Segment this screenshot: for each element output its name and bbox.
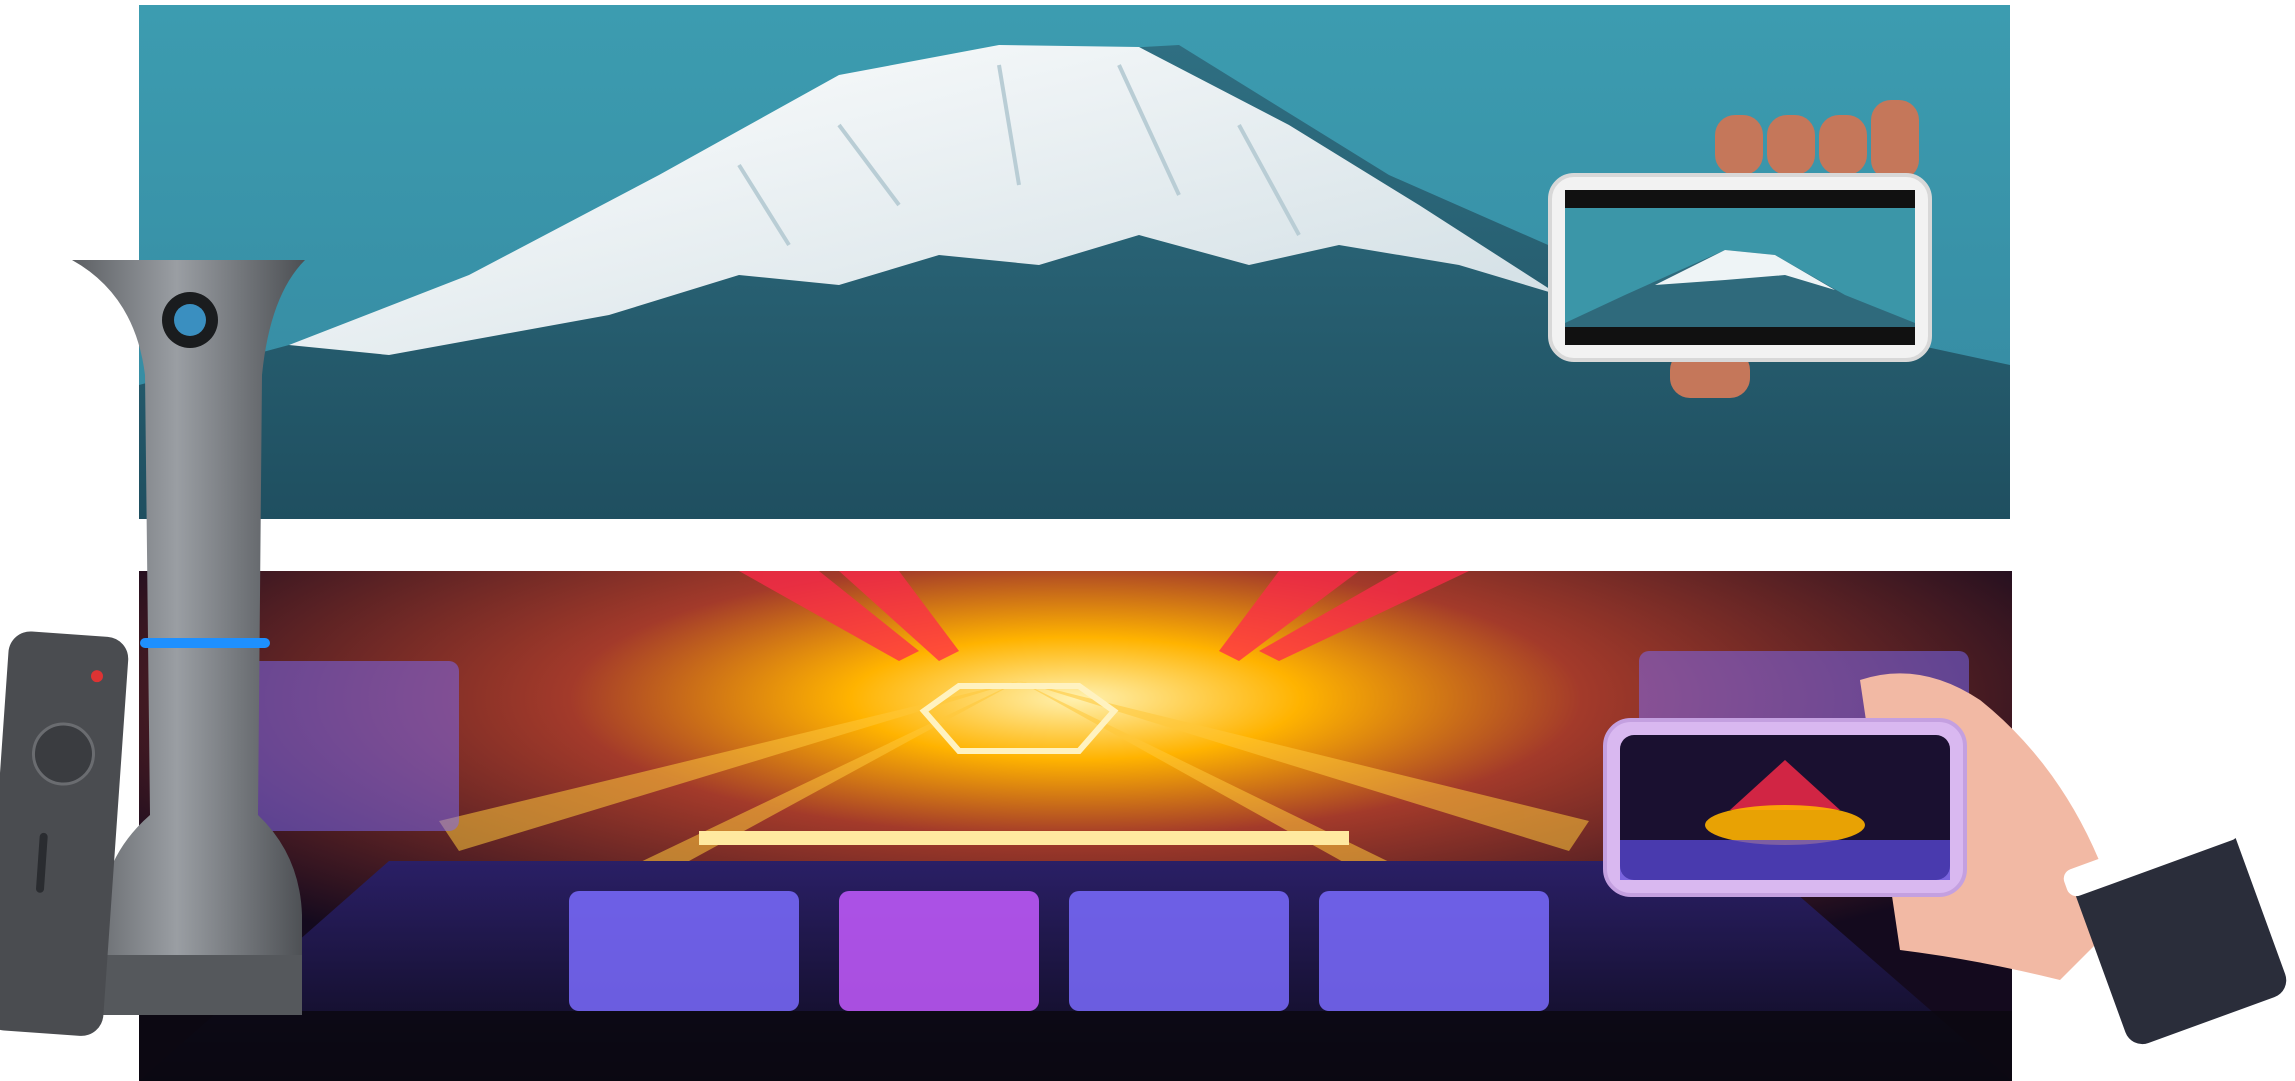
- accent-light-ring: [140, 638, 270, 648]
- device-base-grille: [100, 955, 302, 1015]
- phone-mountain: [1545, 95, 1935, 415]
- speaker-camera-device: [0, 255, 330, 1045]
- stage-platform: [699, 831, 1349, 845]
- phone-concert: [1600, 660, 2290, 1060]
- sleeve-cuff: [2063, 813, 2287, 1045]
